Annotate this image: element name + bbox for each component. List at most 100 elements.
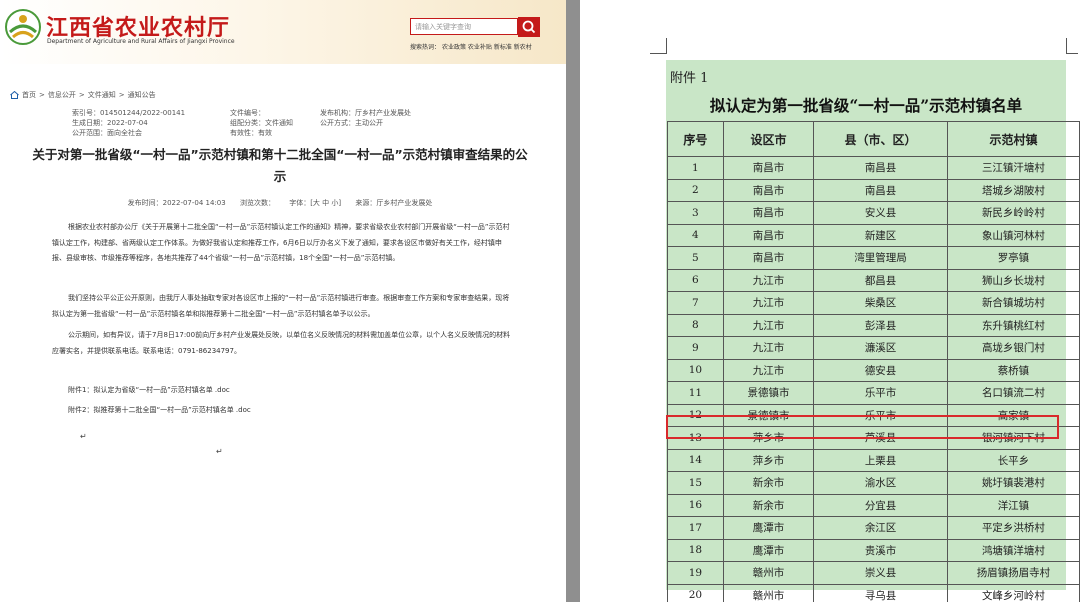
row-city: 南昌市 — [722, 156, 815, 180]
row-city: 九江市 — [722, 268, 815, 292]
highlight-box — [666, 415, 1059, 439]
row-county: 安义县 — [813, 201, 948, 225]
col-header: 示范村镇 — [946, 121, 1080, 157]
paragraph: 公示期间，如有异议，请于7月8日17:00前向厅乡村产业发展处反映，以单位名义反… — [52, 331, 511, 355]
search-icon — [522, 20, 536, 34]
meta-index: 索引号：014501244/2022-00141 — [72, 109, 186, 117]
meta-scope: 公开范围：面向全社会 — [72, 129, 142, 137]
row-county: 分宜县 — [813, 493, 948, 517]
row-county: 都昌县 — [813, 268, 948, 292]
row-county: 渝水区 — [813, 471, 948, 495]
row-county: 南昌县 — [813, 178, 948, 202]
paragraph-mark-icon: ↵ — [80, 432, 87, 441]
row-village: 鸿塘镇洋塘村 — [946, 538, 1080, 562]
font-size-control[interactable]: 字体：[大 中 小] — [289, 199, 341, 207]
row-city: 赣州市 — [722, 561, 815, 585]
row-county: 彭泽县 — [813, 313, 948, 337]
breadcrumb-docs[interactable]: 文件通知 — [88, 90, 116, 100]
breadcrumb-home[interactable]: 首页 — [22, 90, 36, 100]
row-village: 狮山乡长垅村 — [946, 268, 1080, 292]
row-village: 姚圩镇裴港村 — [946, 471, 1080, 495]
hot-search-term[interactable]: 农业政策 — [442, 44, 466, 51]
source: 来源：厅乡村产业发展处 — [355, 199, 433, 207]
row-county: 崇义县 — [813, 561, 948, 585]
row-village: 名口镇流二村 — [946, 381, 1080, 405]
row-county: 湾里管理局 — [813, 246, 948, 270]
row-city: 南昌市 — [722, 178, 815, 202]
row-village: 扬眉镇扬眉寺村 — [946, 561, 1080, 585]
margin-mark — [660, 38, 667, 54]
logo-icon — [5, 9, 41, 45]
home-icon — [10, 91, 19, 99]
site-header: 江西省农业农村厅 Department of Agriculture and R… — [0, 0, 566, 64]
row-number: 8 — [667, 313, 724, 337]
meta-validity: 有效性：有效 — [230, 129, 272, 137]
table-row: 4 南昌市 新建区 象山镇河林村 — [667, 223, 1080, 247]
row-number: 9 — [667, 336, 724, 360]
attachment-link[interactable]: 附件2：拟推荐第十二批全国“一村一品”示范村镇名单 .doc — [68, 405, 251, 415]
row-city: 鹰潭市 — [722, 538, 815, 562]
view-count: 浏览次数： — [239, 199, 275, 207]
article-title: 关于对第一批省级“一村一品”示范村镇和第十二批全国“一村一品”示范村镇审查结果的… — [32, 147, 528, 184]
paragraph: 我们坚持公平公正公开原则，由我厅人事处抽取专家对各设区市上报的“一村一品”示范村… — [52, 294, 510, 318]
table-row: 18 鹰潭市 贵溪市 鸿塘镇洋塘村 — [667, 538, 1080, 562]
row-number: 20 — [667, 583, 724, 602]
row-city: 赣州市 — [722, 583, 815, 602]
margin-mark — [1066, 38, 1068, 54]
row-city: 萍乡市 — [722, 448, 815, 472]
publish-time: 发布时间：2022-07-04 14:03 — [127, 199, 226, 207]
webpage-panel: 江西省农业农村厅 Department of Agriculture and R… — [0, 0, 566, 602]
row-number: 17 — [667, 516, 724, 540]
table-row: 16 新余市 分宜县 洋江镇 — [667, 493, 1080, 517]
col-header: 设区市 — [722, 121, 815, 157]
row-village: 文峰乡河岭村 — [946, 583, 1080, 602]
row-city: 九江市 — [722, 336, 815, 360]
table-row: 20 赣州市 寻乌县 文峰乡河岭村 — [667, 583, 1080, 602]
publish-info: 发布时间：2022-07-04 14:03 浏览次数： 字体：[大 中 小] 来… — [30, 198, 530, 208]
table-row: 19 赣州市 崇义县 扬眉镇扬眉寺村 — [667, 561, 1080, 585]
row-village: 高垅乡银门村 — [946, 336, 1080, 360]
breadcrumb-notices[interactable]: 通知公告 — [128, 90, 156, 100]
table-row: 15 新余市 渝水区 姚圩镇裴港村 — [667, 471, 1080, 495]
window-divider — [566, 0, 580, 602]
row-city: 新余市 — [722, 493, 815, 517]
row-village: 蔡桥镇 — [946, 358, 1080, 382]
meta-date: 生成日期：2022-07-04 — [72, 119, 148, 127]
table-row: 2 南昌市 南昌县 塔城乡湖陂村 — [667, 178, 1080, 202]
hot-search-term[interactable]: 新农村 — [514, 44, 532, 51]
row-number: 6 — [667, 268, 724, 292]
hot-search-term[interactable]: 新标准 — [494, 44, 512, 51]
row-county: 乐平市 — [813, 381, 948, 405]
search-input[interactable]: 请输入关键字查询 — [410, 18, 518, 35]
breadcrumb: 首页 > 信息公开 > 文件通知 > 通知公告 — [10, 90, 156, 100]
table-row: 7 九江市 柴桑区 新合镇城坊村 — [667, 291, 1080, 315]
row-village: 新民乡岭岭村 — [946, 201, 1080, 225]
row-city: 九江市 — [722, 291, 815, 315]
hot-search-term[interactable]: 农业补贴 — [468, 44, 492, 51]
table-row: 14 萍乡市 上栗县 长平乡 — [667, 448, 1080, 472]
row-village: 长平乡 — [946, 448, 1080, 472]
paragraph-mark-icon: ↵ — [216, 447, 223, 456]
row-village: 象山镇河林村 — [946, 223, 1080, 247]
meta-docno: 文件编号： — [230, 109, 265, 117]
table-row: 5 南昌市 湾里管理局 罗亭镇 — [667, 246, 1080, 270]
table-row: 3 南昌市 安义县 新民乡岭岭村 — [667, 201, 1080, 225]
table-row: 6 九江市 都昌县 狮山乡长垅村 — [667, 268, 1080, 292]
row-city: 景德镇市 — [722, 381, 815, 405]
row-number: 19 — [667, 561, 724, 585]
row-number: 16 — [667, 493, 724, 517]
row-number: 4 — [667, 223, 724, 247]
attachment-link[interactable]: 附件1：拟认定为省级“一村一品”示范村镇名单 .doc — [68, 385, 230, 395]
search-button[interactable] — [518, 17, 540, 37]
hot-search-label: 搜索热词： — [410, 44, 441, 51]
row-village: 罗亭镇 — [946, 246, 1080, 270]
breadcrumb-info[interactable]: 信息公开 — [48, 90, 76, 100]
row-number: 1 — [667, 156, 724, 180]
row-number: 18 — [667, 538, 724, 562]
row-city: 新余市 — [722, 471, 815, 495]
table-row: 11 景德镇市 乐平市 名口镇流二村 — [667, 381, 1080, 405]
row-number: 11 — [667, 381, 724, 405]
row-city: 九江市 — [722, 358, 815, 382]
row-county: 贵溪市 — [813, 538, 948, 562]
document-panel: 附件 1 拟认定为第一批省级“一村一品”示范村镇名单 序号 设区市 县（市、区）… — [580, 0, 1080, 602]
